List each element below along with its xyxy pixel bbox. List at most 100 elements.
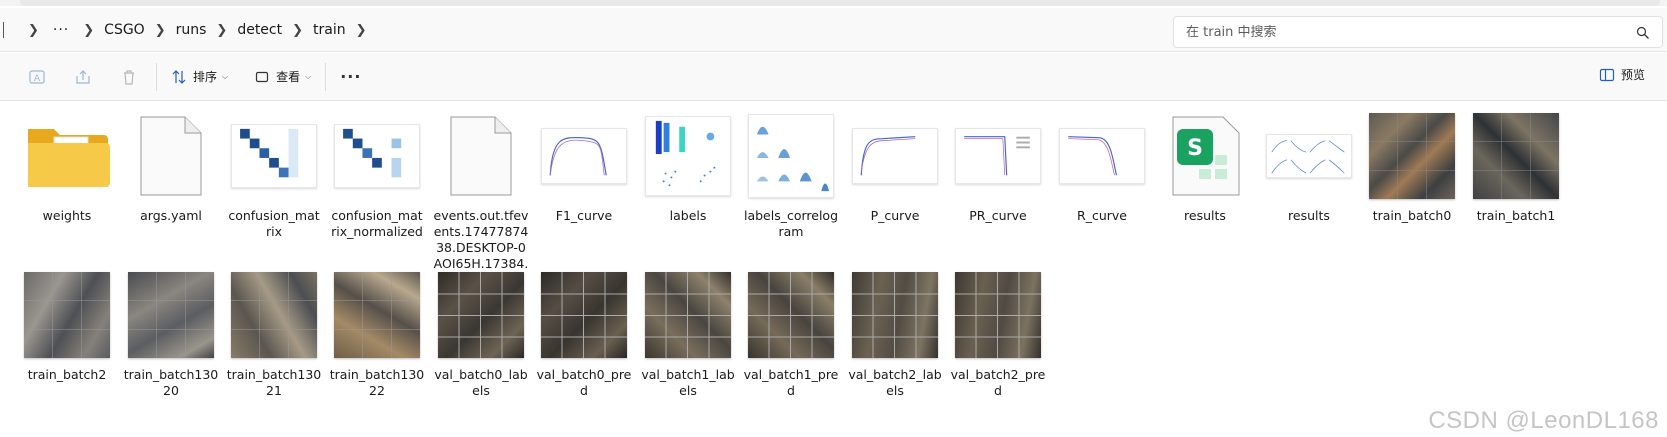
file-name: results — [1288, 208, 1330, 223]
file-item[interactable]: train_batch0 — [1362, 106, 1462, 224]
file-item[interactable]: val_batch2_labels — [845, 265, 945, 399]
photo-grid — [955, 272, 1041, 358]
breadcrumb-item-runs[interactable]: runs — [176, 22, 207, 38]
file-name: train_batch1 — [1476, 208, 1556, 223]
file-item[interactable]: events.out.tfevents.1747787438.DESKTOP-0… — [431, 106, 531, 288]
file-item[interactable]: train_batch2 — [17, 265, 117, 383]
image-thumbnail — [327, 106, 427, 206]
file-item[interactable]: val_batch1_pred — [741, 265, 841, 399]
file-name: train_batch13020 — [123, 367, 219, 398]
sort-button[interactable]: 排序 ⌵ — [171, 68, 228, 85]
image-thumbnail — [845, 106, 945, 206]
file-name: confusion_matrix_normalized — [331, 208, 423, 239]
image-thumbnail — [638, 106, 738, 206]
svg-text:S: S — [1187, 136, 1203, 161]
file-item[interactable]: train_batch13020 — [121, 265, 221, 399]
file-item[interactable]: results — [1259, 106, 1359, 224]
chevron-down-icon: ⌵ — [305, 71, 312, 81]
file-item[interactable]: val_batch0_labels — [431, 265, 531, 399]
file-name: train_batch13021 — [226, 367, 322, 398]
search-input[interactable] — [1186, 24, 1626, 40]
image-thumbnail — [1259, 106, 1359, 206]
breadcrumb-more[interactable]: ··· — [53, 22, 69, 38]
document-icon — [431, 106, 531, 206]
file-item[interactable]: val_batch2_pred — [948, 265, 1048, 399]
file-item[interactable]: val_batch0_pred — [534, 265, 634, 399]
view-button[interactable]: 查看 ⌵ — [254, 68, 311, 85]
preview-label: 预览 — [1620, 68, 1645, 82]
image-thumbnail — [1466, 106, 1566, 206]
chevron-right-icon[interactable]: ❯ — [28, 23, 39, 38]
file-item[interactable]: train_batch13022 — [327, 265, 427, 399]
file-item[interactable]: labels — [638, 106, 738, 224]
photo-grid — [1473, 113, 1559, 199]
delete-icon[interactable] — [118, 66, 140, 88]
file-name: R_curve — [1077, 208, 1127, 223]
breadcrumb-item-detect[interactable]: detect — [237, 22, 282, 38]
command-bar: A 排序 ⌵ 查看 ⌵ ··· 预览 — [0, 53, 1667, 101]
file-name: results — [1184, 208, 1226, 223]
search-box[interactable] — [1173, 16, 1663, 48]
view-label: 查看 — [276, 70, 301, 84]
file-name: labels — [669, 208, 707, 223]
watermark: CSDN @LeonDL168 — [1428, 407, 1659, 434]
image-thumbnail — [17, 265, 117, 365]
chevron-right-icon[interactable]: ❯ — [216, 23, 227, 38]
chevron-right-icon[interactable]: ❯ — [356, 23, 367, 38]
toolbar-divider — [156, 62, 157, 91]
file-item[interactable]: val_batch1_labels — [638, 265, 738, 399]
rename-icon[interactable]: A — [26, 66, 48, 88]
file-name: val_batch2_pred — [950, 367, 1046, 398]
search-icon[interactable] — [1636, 25, 1650, 44]
chevron-right-icon[interactable]: ❯ — [155, 23, 166, 38]
photo-grid — [24, 272, 110, 358]
folder-icon — [17, 106, 117, 206]
file-item[interactable]: S results — [1155, 106, 1255, 224]
photo-grid — [541, 272, 627, 358]
file-name: args.yaml — [140, 208, 202, 223]
file-name: F1_curve — [555, 208, 613, 223]
image-thumbnail — [327, 265, 427, 365]
image-thumbnail — [948, 265, 1048, 365]
file-item[interactable]: confusion_matrix_normalized — [327, 106, 427, 240]
image-thumbnail — [948, 106, 1048, 206]
image-thumbnail — [431, 265, 531, 365]
photo-grid — [852, 272, 938, 358]
share-icon[interactable] — [72, 66, 94, 88]
file-name: val_batch0_pred — [536, 367, 632, 398]
address-bar[interactable]: ❯ ··· ❯ CSGO ❯ runs ❯ detect ❯ train ❯ — [0, 12, 1164, 48]
breadcrumb-item-train[interactable]: train — [313, 22, 346, 38]
image-thumbnail — [121, 265, 221, 365]
file-name: train_batch0 — [1372, 208, 1452, 223]
document-icon — [121, 106, 221, 206]
view-icon — [255, 71, 269, 82]
file-item[interactable]: args.yaml — [121, 106, 221, 224]
breadcrumb-item-csgo[interactable]: CSGO — [104, 22, 145, 38]
photo-grid — [1369, 113, 1455, 199]
spreadsheet-icon: S — [1155, 106, 1255, 206]
file-name: val_batch0_labels — [434, 367, 528, 398]
image-thumbnail — [845, 265, 945, 365]
file-item[interactable]: labels_correlogram — [741, 106, 841, 240]
sort-label: 排序 — [193, 70, 218, 84]
file-item[interactable]: weights — [17, 106, 117, 224]
chevron-right-icon[interactable]: ❯ — [83, 23, 94, 38]
image-thumbnail — [1362, 106, 1462, 206]
file-name: labels_correlogram — [743, 208, 839, 239]
file-name: val_batch2_labels — [848, 367, 942, 398]
file-item[interactable]: confusion_matrix — [224, 106, 324, 240]
file-item[interactable]: R_curve — [1052, 106, 1152, 224]
preview-pane-icon — [1599, 68, 1615, 81]
photo-grid — [748, 272, 834, 358]
preview-button[interactable]: 预览 — [1599, 66, 1645, 83]
toolbar-divider — [325, 62, 327, 91]
file-item[interactable]: PR_curve — [948, 106, 1048, 224]
more-options-button[interactable]: ··· — [340, 67, 361, 86]
file-item[interactable]: train_batch13021 — [224, 265, 324, 399]
image-thumbnail — [1052, 106, 1152, 206]
chevron-right-icon[interactable]: ❯ — [292, 23, 303, 38]
file-item[interactable]: P_curve — [845, 106, 945, 224]
file-item[interactable]: F1_curve — [534, 106, 634, 224]
sort-icon — [172, 69, 186, 84]
file-item[interactable]: train_batch1 — [1466, 106, 1566, 224]
